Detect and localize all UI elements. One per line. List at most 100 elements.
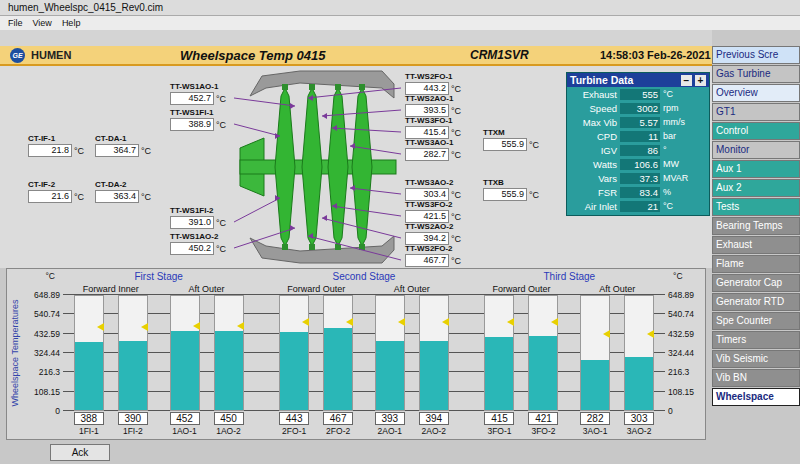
sensor-unit: °C — [451, 234, 461, 244]
position-label: Aft Outer — [599, 283, 635, 295]
bar: 452 1AO-1 — [170, 295, 200, 437]
menu-item[interactable]: File — [8, 18, 23, 28]
sensor-unit: °C — [451, 106, 461, 116]
bar-reading: 415 — [484, 412, 514, 425]
bar-tag: 1FI-1 — [79, 425, 99, 437]
nav-item[interactable]: Wheelspace — [712, 388, 800, 406]
wheelspace-sensor: TT-WS2AO-2 394.2 °C — [405, 222, 461, 245]
nav-item[interactable]: Vib BN — [712, 369, 800, 387]
turbine-data-row: CPD 11 bar — [567, 129, 709, 143]
nav-item[interactable]: Vib Seismic — [712, 350, 800, 368]
collapse-button[interactable]: − — [681, 75, 692, 86]
ge-logo-icon: GE — [10, 48, 25, 63]
gridline — [63, 313, 665, 314]
nav-item[interactable]: Aux 1 — [712, 160, 800, 178]
menu-item[interactable]: Help — [62, 18, 81, 28]
y-tick: 648.89 — [34, 290, 60, 300]
bar-reading: 467 — [323, 412, 353, 425]
stage-group: First Stage Forward Inner 388 1FI-1 390 … — [63, 271, 254, 437]
bar: 282 3AO-1 — [580, 295, 610, 437]
alarm-marker-icon — [398, 318, 405, 326]
sensor-tag: TT-WS2FO-2 — [405, 244, 461, 254]
nav-item[interactable]: Flame — [712, 255, 800, 273]
stage-title: Second Stage — [268, 271, 459, 283]
nav-item[interactable]: Timers — [712, 331, 800, 349]
sensor-tag: TT-WS3AO-2 — [405, 178, 461, 188]
sensor-value: 21.8 — [28, 144, 72, 157]
nav-item[interactable]: Tests — [712, 198, 800, 216]
y-tick: 108.15 — [34, 387, 60, 397]
sensor-unit: °C — [141, 146, 151, 156]
bar-reading: 450 — [214, 412, 244, 425]
position-label: Aft Outer — [394, 283, 430, 295]
sensor-value: 303.4 — [405, 188, 449, 201]
menu-item[interactable]: View — [33, 18, 52, 28]
nav-item[interactable]: Generator Cap — [712, 274, 800, 292]
sensor-unit: °C — [451, 128, 461, 138]
wheelspace-diagram: TT-WS1AO-1 452.7 °C TT-WS1FI-1 388.9 °C TT… — [0, 66, 712, 268]
server-name: CRM1SVR — [470, 48, 600, 62]
wheelspace-sensor: TT-WS2FO-1 443.2 °C — [405, 72, 461, 95]
y-tick: 0 — [668, 406, 673, 416]
nav-item[interactable]: Monitor — [712, 141, 800, 159]
nav-item[interactable]: Overview — [712, 84, 800, 102]
turbine-data-row: Max Vib 5.57 mm/s — [567, 115, 709, 129]
sensor-value: 555.9 — [483, 138, 527, 151]
alarm-marker-icon — [442, 318, 449, 326]
alarm-marker-icon — [551, 318, 558, 326]
ack-button[interactable]: Ack — [50, 444, 110, 461]
sensor-unit: °C — [529, 190, 539, 200]
bar: 415 3FO-1 — [484, 295, 514, 437]
turbine-data-row: Air Inlet 21 °C — [567, 199, 709, 213]
bar-tag: 1AO-2 — [216, 425, 241, 437]
sensor-unit: °C — [451, 190, 461, 200]
turbine-data-row: Vars 37.3 MVAR — [567, 171, 709, 185]
sensor-tag: TT-WS3AO-1 — [405, 138, 461, 148]
wheelspace-sensor: TT-WS3FO-1 415.4 °C — [405, 116, 461, 139]
cooling-sensor: CT-IF-1 21.8 °C — [28, 134, 84, 157]
bar-tag: 1FI-2 — [123, 425, 143, 437]
nav-item[interactable]: Bearing Temps — [712, 217, 800, 235]
gridline — [63, 410, 665, 411]
clock: 14:58:03 Feb-26-2021 — [600, 49, 712, 61]
turbine-data-row: IGV 86 ° — [567, 143, 709, 157]
sensor-value: 443.2 — [405, 82, 449, 95]
sensor-tag: CT-IF-2 — [28, 180, 84, 190]
wheelspace-sensor: TT-WS3AO-1 282.7 °C — [405, 138, 461, 161]
exhaust-sensor: TTXM 555.9 °C — [483, 128, 539, 151]
sensor-value: 363.4 — [95, 190, 139, 203]
nav-item[interactable]: Gas Turbine — [712, 65, 800, 83]
sensor-unit: °C — [451, 256, 461, 266]
panel-title: Turbine Data — [570, 74, 678, 86]
y-axis-left: °C 648.89540.74432.59324.44216.3108.150 — [23, 271, 63, 437]
nav-item[interactable]: Spe Counter — [712, 312, 800, 330]
cooling-sensor: CT-IF-2 21.6 °C — [28, 180, 84, 203]
y-tick: 648.89 — [668, 290, 694, 300]
alarm-marker-icon — [647, 330, 654, 338]
expand-button[interactable]: + — [695, 75, 706, 86]
sensor-tag: TT-WS1AO-2 — [170, 232, 226, 242]
y-tick: 324.44 — [34, 348, 60, 358]
nav-item[interactable]: Aux 2 — [712, 179, 800, 197]
nav-item[interactable]: Control — [712, 122, 800, 140]
screen-header: GE HUMEN Wheelspace Temp 0415 CRM1SVR 14… — [0, 46, 712, 66]
sensor-unit: °C — [529, 140, 539, 150]
y-tick: 432.59 — [668, 329, 694, 339]
nav-item[interactable]: Generator RTD — [712, 293, 800, 311]
sensor-value: 391.0 — [170, 216, 214, 229]
nav-item[interactable]: Previous Scre — [712, 46, 800, 64]
cooling-sensor: CT-DA-2 363.4 °C — [95, 180, 151, 203]
sensor-value: 282.7 — [405, 148, 449, 161]
nav-item[interactable]: Exhaust — [712, 236, 800, 254]
site-name: HUMEN — [31, 49, 71, 61]
sensor-value: 364.7 — [95, 144, 139, 157]
window-title: humen_Wheelspc_0415_Rev0.cim — [8, 2, 163, 13]
wheelspace-sensor: TT-WS1FI-1 388.9 °C — [170, 108, 226, 131]
y-tick: 324.44 — [668, 348, 694, 358]
nav-item[interactable]: GT1 — [712, 103, 800, 121]
stage-title: First Stage — [63, 271, 254, 283]
wheelspace-sensor: TT-WS1AO-1 452.7 °C — [170, 82, 226, 105]
alarm-marker-icon — [237, 322, 244, 330]
stage-group: Second Stage Forward Outer 443 2FO-1 467… — [268, 271, 459, 437]
y-tick: 108.15 — [668, 387, 694, 397]
